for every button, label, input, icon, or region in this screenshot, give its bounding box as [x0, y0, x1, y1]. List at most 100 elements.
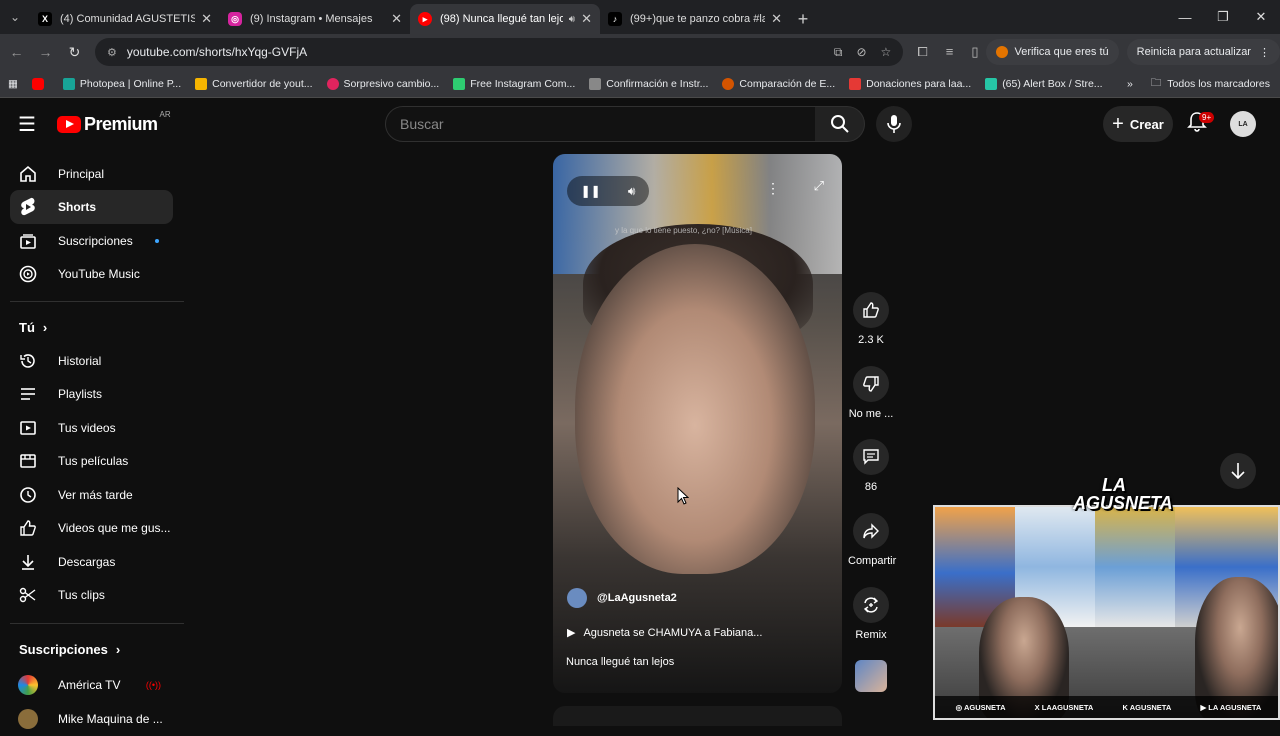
youtube-logo-icon: ▸ — [418, 12, 432, 26]
bookmark-item[interactable]: Free Instagram Com... — [453, 77, 575, 90]
share-label: Compartir — [848, 555, 897, 567]
dislike-button[interactable] — [853, 366, 889, 402]
like-button[interactable] — [853, 292, 889, 328]
hamburger-menu-icon[interactable]: ☰ — [18, 114, 40, 136]
tab-search-chevron-icon[interactable]: ⌄ — [0, 0, 30, 34]
bookmark-item[interactable]: Donaciones para laa... — [849, 77, 971, 90]
menu-dots-icon[interactable]: ⋮ — [1259, 46, 1270, 59]
short-video-player[interactable]: ❚❚ 🔊︎ ⋮ ⤢ y la que lo tiene puesto, ¿no?… — [553, 154, 842, 693]
back-icon[interactable]: ← — [4, 39, 29, 65]
extensions-icon[interactable]: ⧠ — [917, 44, 927, 60]
media-controls-icon[interactable]: ≡ — [946, 44, 954, 60]
minimize-icon[interactable]: — — [1166, 0, 1204, 34]
bookmark-label: Convertidor de yout... — [212, 77, 313, 90]
sidebar-item-playlists[interactable]: Playlists — [10, 377, 173, 411]
audio-playing-icon[interactable]: 🔊︎ — [569, 14, 575, 25]
close-tab-icon[interactable]: ✕ — [201, 11, 212, 27]
browser-tab-3[interactable]: ▸ (98) Nunca llegué tan lejos 🔊︎ ✕ — [410, 4, 600, 34]
sidebar-item-descargas[interactable]: Descargas — [10, 545, 173, 579]
sidebar-sub-mike-maquina[interactable]: Mike Maquina de ... — [10, 702, 173, 736]
related-video-link[interactable]: ▶ Agusneta se CHAMUYA a Fabiana... — [567, 626, 762, 640]
youtube-bookmark-icon[interactable] — [31, 77, 49, 90]
sidepanel-icon[interactable]: ▯ — [971, 44, 978, 60]
search-button[interactable] — [815, 106, 865, 142]
more-options-icon[interactable]: ⋮ — [766, 180, 780, 197]
comment-count: 86 — [864, 481, 878, 493]
bookmark-item[interactable]: (65) Alert Box / Stre... — [985, 77, 1103, 90]
dislike-action[interactable]: No me ... — [848, 366, 894, 420]
new-tab-icon[interactable]: + — [790, 4, 816, 34]
channel-avatar[interactable] — [567, 588, 587, 608]
close-tab-icon[interactable]: ✕ — [391, 11, 402, 27]
audio-source-thumbnail[interactable] — [855, 660, 887, 692]
browser-tab-2[interactable]: ◎ (9) Instagram • Mensajes ✕ — [220, 4, 410, 34]
browser-tab-1[interactable]: X (4) Comunidad AGUSTETISMO ✕ — [30, 4, 220, 34]
all-bookmarks-folder[interactable]: 🗀 Todos los marcadores — [1151, 75, 1270, 93]
restore-icon[interactable]: ❐ — [1204, 0, 1242, 34]
youtube-premium-logo[interactable]: Premium AR — [57, 110, 171, 135]
sidebar-item-label: Ver más tarde — [58, 488, 133, 502]
share-action[interactable]: Compartir — [848, 513, 897, 567]
address-bar[interactable]: ⚙ youtube.com/shorts/hxYqg-GVFjA ⧉ ⊘ ☆ — [94, 38, 904, 66]
verify-identity-button[interactable]: Verifica que eres tú — [986, 39, 1119, 65]
sidebar-item-youtube-music[interactable]: YouTube Music — [10, 257, 173, 291]
sidebar-item-videos-que-me-gustan[interactable]: Videos que me gus... — [10, 511, 173, 545]
next-short-button[interactable] — [1220, 453, 1256, 489]
volume-icon[interactable]: 🔊︎ — [628, 184, 636, 199]
comments-action[interactable]: 86 — [848, 439, 894, 493]
bookmark-item[interactable]: Convertidor de yout... — [195, 77, 313, 90]
eye-off-icon[interactable]: ⊘ — [856, 45, 866, 60]
search-input[interactable]: Buscar — [385, 106, 816, 142]
bookmark-item[interactable]: Photopea | Online P... — [62, 77, 181, 90]
sidebar-item-tus-clips[interactable]: Tus clips — [10, 578, 173, 612]
remix-action[interactable]: Remix — [848, 587, 894, 641]
apps-icon[interactable]: ▦ — [8, 78, 18, 90]
voice-search-button[interactable] — [876, 106, 912, 142]
browser-tabbar: ⌄ X (4) Comunidad AGUSTETISMO ✕ ◎ (9) In… — [0, 0, 1280, 34]
next-short-preview[interactable] — [553, 706, 842, 726]
thumbs-up-icon — [18, 519, 38, 537]
forward-icon[interactable]: → — [33, 39, 58, 65]
bookmark-favicon-icon — [195, 77, 208, 90]
pause-icon[interactable]: ❚❚ — [581, 184, 601, 198]
comments-button[interactable] — [853, 439, 889, 475]
account-avatar[interactable]: LA — [1230, 111, 1256, 137]
bookmark-item[interactable]: Sorpresivo cambio... — [326, 77, 440, 90]
close-window-icon[interactable]: ✕ — [1242, 0, 1280, 34]
remix-button[interactable] — [853, 587, 889, 623]
reload-icon[interactable]: ↻ — [62, 39, 87, 65]
fullscreen-icon[interactable]: ⤢ — [814, 178, 824, 194]
sidebar-item-suscripciones[interactable]: Suscripciones — [10, 224, 173, 258]
channel-handle[interactable]: @LaAgusneta2 — [597, 592, 677, 604]
sidebar-item-shorts[interactable]: Shorts — [10, 190, 173, 224]
short-title: Nunca llegué tan lejos — [566, 656, 675, 668]
close-tab-icon[interactable]: ✕ — [771, 11, 782, 27]
sidebar-item-historial[interactable]: Historial — [10, 344, 173, 378]
sidebar-item-tus-videos[interactable]: Tus videos — [10, 411, 173, 445]
window-controls: — ❐ ✕ — [1166, 0, 1280, 34]
sidebar-you-header[interactable]: Tú › — [19, 320, 47, 335]
share-button[interactable] — [853, 513, 889, 549]
bookmark-item[interactable]: Confirmación e Instr... — [589, 77, 709, 90]
cast-icon[interactable]: ⧉ — [834, 45, 843, 60]
sidebar-item-tus-peliculas[interactable]: Tus películas — [10, 444, 173, 478]
browser-tab-4[interactable]: ♪ (99+)que te panzo cobra #lacol ✕ — [600, 4, 790, 34]
sidebar-item-principal[interactable]: Principal — [10, 157, 173, 191]
bookmark-label: Confirmación e Instr... — [606, 77, 709, 90]
sidebar-sub-america-tv[interactable]: América TV ((•)) — [10, 668, 173, 702]
sidebar-subscriptions-header[interactable]: Suscripciones › — [19, 642, 120, 657]
channel-info[interactable]: @LaAgusneta2 — [567, 588, 677, 608]
site-settings-icon[interactable]: ⚙ — [107, 46, 117, 59]
restart-update-button[interactable]: Reinicia para actualizar ⋮ — [1126, 39, 1280, 65]
video-subtitle: y la que lo tiene puesto, ¿no? [Música] — [615, 226, 752, 235]
more-bookmarks-icon[interactable]: » — [1127, 78, 1133, 90]
close-tab-icon[interactable]: ✕ — [581, 11, 592, 27]
bookmark-item[interactable]: Comparación de E... — [722, 77, 835, 90]
like-action[interactable]: 2.3 K — [848, 292, 894, 346]
bookmark-star-icon[interactable]: ☆ — [881, 45, 892, 60]
create-button[interactable]: + Crear — [1103, 106, 1173, 142]
bookmark-label: Sorpresivo cambio... — [343, 77, 440, 90]
comment-icon — [863, 449, 879, 465]
sidebar-item-ver-mas-tarde[interactable]: Ver más tarde — [10, 478, 173, 512]
download-icon — [18, 553, 38, 571]
